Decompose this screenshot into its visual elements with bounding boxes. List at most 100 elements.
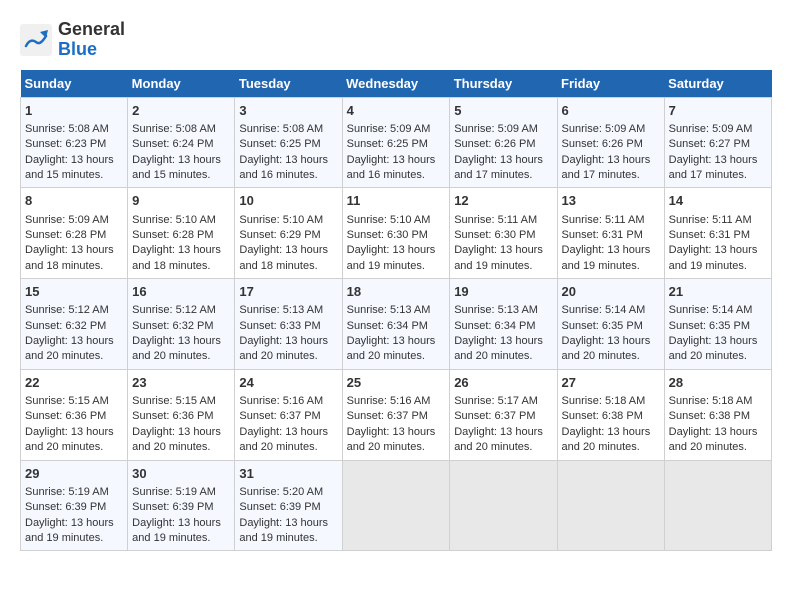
calendar-cell: 28Sunrise: 5:18 AMSunset: 6:38 PMDayligh…	[664, 369, 771, 460]
calendar-week-1: 1Sunrise: 5:08 AMSunset: 6:23 PMDaylight…	[21, 97, 772, 188]
logo: General Blue	[20, 20, 125, 60]
daylight-label: Daylight: 13 hours and 19 minutes.	[25, 517, 114, 544]
day-header-thursday: Thursday	[450, 70, 557, 98]
calendar-cell: 5 Sunrise: 5:09 AM Sunset: 6:26 PM Daylight…	[450, 97, 557, 188]
day-number: 2	[132, 102, 230, 120]
sunset-label: Sunset: 6:30 PM	[454, 229, 535, 241]
daylight-label: Daylight: 13 hours and 20 minutes.	[25, 426, 114, 453]
sunset-label: Sunset: 6:25 PM	[347, 138, 428, 150]
day-number: 10	[239, 192, 337, 210]
calendar-cell: 30Sunrise: 5:19 AMSunset: 6:39 PMDayligh…	[128, 460, 235, 551]
page-header: General Blue	[20, 20, 772, 60]
day-number: 18	[347, 283, 446, 301]
calendar-cell: 26Sunrise: 5:17 AMSunset: 6:37 PMDayligh…	[450, 369, 557, 460]
daylight-label: Daylight: 13 hours and 19 minutes.	[132, 517, 221, 544]
sunrise-label: Sunrise: 5:09 AM	[25, 214, 109, 226]
calendar-cell: 24Sunrise: 5:16 AMSunset: 6:37 PMDayligh…	[235, 369, 342, 460]
day-number: 5	[454, 102, 552, 120]
sunset-label: Sunset: 6:27 PM	[669, 138, 750, 150]
day-number: 29	[25, 465, 123, 483]
daylight-label: Daylight: 13 hours and 19 minutes.	[562, 244, 651, 271]
day-number: 11	[347, 192, 446, 210]
sunset-label: Sunset: 6:26 PM	[454, 138, 535, 150]
sunset-label: Sunset: 6:34 PM	[347, 320, 428, 332]
daylight-label: Daylight: 13 hours and 20 minutes.	[347, 426, 436, 453]
day-number: 22	[25, 374, 123, 392]
daylight-label: Daylight: 13 hours and 20 minutes.	[562, 426, 651, 453]
calendar-cell: 23Sunrise: 5:15 AMSunset: 6:36 PMDayligh…	[128, 369, 235, 460]
sunrise-label: Sunrise: 5:11 AM	[562, 214, 645, 226]
daylight-label: Daylight: 13 hours and 20 minutes.	[454, 426, 543, 453]
day-number: 26	[454, 374, 552, 392]
sunrise-label: Sunrise: 5:08 AM	[25, 123, 109, 135]
sunrise-label: Sunrise: 5:19 AM	[132, 486, 216, 498]
sunrise-label: Sunrise: 5:10 AM	[132, 214, 216, 226]
sunrise-label: Sunrise: 5:20 AM	[239, 486, 323, 498]
daylight-label: Daylight: 13 hours and 19 minutes.	[239, 517, 328, 544]
day-number: 7	[669, 102, 767, 120]
sunset-label: Sunset: 6:39 PM	[239, 501, 320, 513]
day-header-wednesday: Wednesday	[342, 70, 450, 98]
daylight-label: Daylight: 13 hours and 20 minutes.	[25, 335, 114, 362]
day-number: 20	[562, 283, 660, 301]
sunrise-label: Sunrise: 5:13 AM	[239, 304, 323, 316]
calendar-cell: 22 Sunrise: 5:15 AM Sunset: 6:36 PM Dayligh…	[21, 369, 128, 460]
day-number: 24	[239, 374, 337, 392]
sunrise-label: Sunrise: 5:17 AM	[454, 395, 538, 407]
sunrise-label: Sunrise: 5:10 AM	[239, 214, 323, 226]
sunrise-label: Sunrise: 5:11 AM	[454, 214, 537, 226]
sunset-label: Sunset: 6:29 PM	[239, 229, 320, 241]
daylight-label: Daylight: 13 hours and 20 minutes.	[239, 426, 328, 453]
calendar-cell: 27Sunrise: 5:18 AMSunset: 6:38 PMDayligh…	[557, 369, 664, 460]
daylight-label: Daylight: 13 hours and 17 minutes.	[454, 154, 543, 181]
day-number: 8	[25, 192, 123, 210]
sunset-label: Sunset: 6:35 PM	[562, 320, 643, 332]
sunset-label: Sunset: 6:25 PM	[239, 138, 320, 150]
day-number: 6	[562, 102, 660, 120]
daylight-label: Daylight: 13 hours and 16 minutes.	[239, 154, 328, 181]
daylight-label: Daylight: 13 hours and 19 minutes.	[669, 244, 758, 271]
sunset-label: Sunset: 6:28 PM	[25, 229, 106, 241]
sunrise-label: Sunrise: 5:16 AM	[347, 395, 431, 407]
calendar-cell: 17Sunrise: 5:13 AMSunset: 6:33 PMDayligh…	[235, 279, 342, 370]
sunset-label: Sunset: 6:34 PM	[454, 320, 535, 332]
sunrise-label: Sunrise: 5:08 AM	[239, 123, 323, 135]
sunset-label: Sunset: 6:33 PM	[239, 320, 320, 332]
calendar-cell: 31Sunrise: 5:20 AMSunset: 6:39 PMDayligh…	[235, 460, 342, 551]
sunset-label: Sunset: 6:26 PM	[562, 138, 643, 150]
calendar-cell: 19Sunrise: 5:13 AMSunset: 6:34 PMDayligh…	[450, 279, 557, 370]
sunset-label: Sunset: 6:32 PM	[25, 320, 106, 332]
sunset-label: Sunset: 6:30 PM	[347, 229, 428, 241]
daylight-label: Daylight: 13 hours and 17 minutes.	[669, 154, 758, 181]
day-number: 3	[239, 102, 337, 120]
sunrise-label: Sunrise: 5:09 AM	[669, 123, 753, 135]
sunrise-label: Sunrise: 5:09 AM	[562, 123, 646, 135]
day-number: 12	[454, 192, 552, 210]
sunset-label: Sunset: 6:36 PM	[25, 410, 106, 422]
day-header-monday: Monday	[128, 70, 235, 98]
calendar-week-3: 15Sunrise: 5:12 AMSunset: 6:32 PMDayligh…	[21, 279, 772, 370]
calendar-header: SundayMondayTuesdayWednesdayThursdayFrid…	[21, 70, 772, 98]
sunset-label: Sunset: 6:38 PM	[669, 410, 750, 422]
sunrise-label: Sunrise: 5:09 AM	[454, 123, 538, 135]
calendar-cell: 12Sunrise: 5:11 AMSunset: 6:30 PMDayligh…	[450, 188, 557, 279]
sunset-label: Sunset: 6:31 PM	[562, 229, 643, 241]
day-number: 25	[347, 374, 446, 392]
calendar-cell: 11Sunrise: 5:10 AMSunset: 6:30 PMDayligh…	[342, 188, 450, 279]
calendar-cell: 2Sunrise: 5:08 AMSunset: 6:24 PMDaylight…	[128, 97, 235, 188]
calendar-cell: 7 Sunrise: 5:09 AM Sunset: 6:27 PM Daylight…	[664, 97, 771, 188]
day-number: 14	[669, 192, 767, 210]
sunrise-label: Sunrise: 5:09 AM	[347, 123, 431, 135]
sunrise-label: Sunrise: 5:15 AM	[25, 395, 109, 407]
daylight-label: Daylight: 13 hours and 15 minutes.	[132, 154, 221, 181]
calendar-cell: 13Sunrise: 5:11 AMSunset: 6:31 PMDayligh…	[557, 188, 664, 279]
calendar-cell: 21Sunrise: 5:14 AMSunset: 6:35 PMDayligh…	[664, 279, 771, 370]
calendar-cell: 29Sunrise: 5:19 AMSunset: 6:39 PMDayligh…	[21, 460, 128, 551]
calendar-cell: 6Sunrise: 5:09 AMSunset: 6:26 PMDaylight…	[557, 97, 664, 188]
sunset-label: Sunset: 6:36 PM	[132, 410, 213, 422]
calendar-cell: 16Sunrise: 5:12 AMSunset: 6:32 PMDayligh…	[128, 279, 235, 370]
sunset-label: Sunset: 6:35 PM	[669, 320, 750, 332]
daylight-label: Daylight: 13 hours and 18 minutes.	[132, 244, 221, 271]
sunrise-label: Sunrise: 5:11 AM	[669, 214, 752, 226]
daylight-label: Daylight: 13 hours and 20 minutes.	[669, 426, 758, 453]
